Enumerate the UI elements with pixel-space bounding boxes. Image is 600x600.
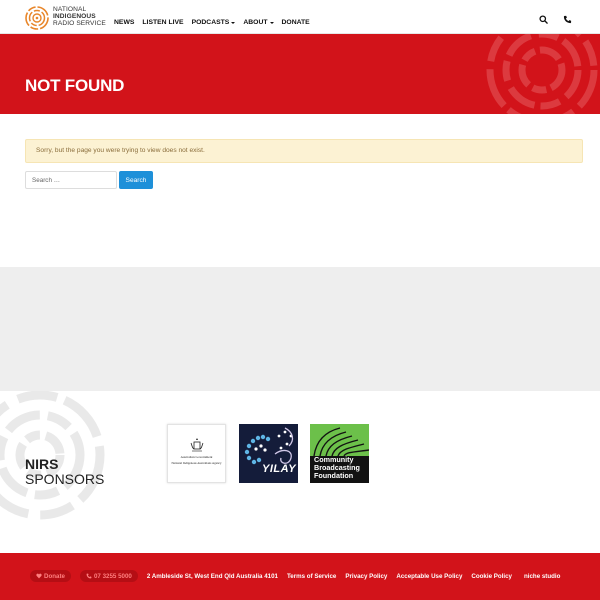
- page-hero: NOT FOUND: [0, 34, 600, 114]
- content-spacer-band: [0, 267, 600, 391]
- heart-icon: [36, 573, 42, 579]
- logo-line-radio-service: Radio Service: [53, 20, 106, 28]
- nav-listen-live-label: LISTEN LIVE: [142, 19, 184, 26]
- sponsors-heading-bold: NIRS: [25, 456, 59, 472]
- phone-icon[interactable]: [563, 15, 572, 24]
- nav-news[interactable]: NEWS: [114, 19, 134, 26]
- coat-of-arms-icon: [190, 438, 204, 452]
- gov-logo-line1: Australian Government: [180, 455, 213, 459]
- nav-listen-live[interactable]: LISTEN LIVE: [142, 19, 183, 26]
- search-input[interactable]: [25, 171, 117, 189]
- logo-wordmark[interactable]: National Indigenous Radio Service: [53, 6, 106, 28]
- caret-down-icon: [269, 21, 274, 24]
- nav-donate[interactable]: DONATE: [282, 19, 310, 26]
- nav-about[interactable]: ABOUT: [243, 19, 274, 26]
- donate-pill-label: Donate: [44, 572, 65, 580]
- search-button[interactable]: Search: [119, 171, 153, 189]
- decorative-circles-icon: [486, 34, 598, 114]
- logo-line-national: National: [53, 6, 87, 13]
- main-nav: NEWS LISTEN LIVE PODCASTS ABOUT DONATE: [114, 19, 310, 26]
- footer-address: 2 Ambleside St, West End Qld Australia 4…: [146, 572, 278, 580]
- sponsor-yilay[interactable]: YILAY: [239, 424, 298, 483]
- phone-icon: [86, 573, 92, 579]
- sponsor-community-broadcasting-foundation[interactable]: Community Broadcasting Foundation: [310, 424, 369, 483]
- site-header: National Indigenous Radio Service NEWS L…: [0, 0, 600, 34]
- footer-acceptable-use-link[interactable]: Acceptable Use Policy: [396, 573, 462, 580]
- donate-pill-button[interactable]: Donate: [30, 570, 71, 582]
- site-footer: Donate 07 3255 5000 2 Ambleside St, West…: [0, 553, 600, 600]
- not-found-alert: Sorry, but the page you were trying to v…: [25, 139, 583, 163]
- cbf-label: Community Broadcasting Foundation: [314, 456, 360, 480]
- nav-about-label: ABOUT: [243, 19, 268, 26]
- nirs-logo-icon[interactable]: [25, 6, 49, 30]
- footer-cookie-link[interactable]: Cookie Policy: [471, 573, 512, 580]
- nav-news-label: NEWS: [114, 19, 135, 26]
- footer-links: Donate 07 3255 5000 2 Ambleside St, West…: [30, 570, 560, 582]
- caret-down-icon: [231, 21, 236, 24]
- nav-podcasts[interactable]: PODCASTS: [192, 19, 236, 26]
- yilay-label: YILAY: [262, 463, 297, 475]
- footer-credit-link[interactable]: niche studio: [524, 573, 560, 580]
- footer-terms-link[interactable]: Terms of Service: [287, 573, 336, 580]
- nav-donate-label: DONATE: [281, 19, 310, 26]
- phone-pill-label: 07 3255 5000: [93, 572, 132, 580]
- gov-logo-line2: National Indigenous Australians Agency: [171, 461, 222, 465]
- sponsors-section: NIRS SPONSORS Australian Government Nati…: [0, 391, 600, 553]
- sponsors-heading: NIRS SPONSORS: [25, 457, 104, 487]
- logo-line-indigenous: Indigenous: [53, 13, 96, 21]
- sponsor-australian-government[interactable]: Australian Government National Indigenou…: [167, 424, 226, 483]
- green-pattern-icon: [310, 424, 369, 456]
- page-title: NOT FOUND: [25, 76, 125, 95]
- phone-pill-button[interactable]: 07 3255 5000: [79, 570, 138, 582]
- cbf-label-line3: Foundation: [314, 471, 354, 480]
- sponsors-heading-light: SPONSORS: [25, 471, 105, 487]
- search-icon[interactable]: [539, 15, 548, 24]
- nav-podcasts-label: PODCASTS: [191, 19, 230, 26]
- alert-message: Sorry, but the page you were trying to v…: [36, 147, 205, 154]
- footer-privacy-link[interactable]: Privacy Policy: [345, 573, 387, 580]
